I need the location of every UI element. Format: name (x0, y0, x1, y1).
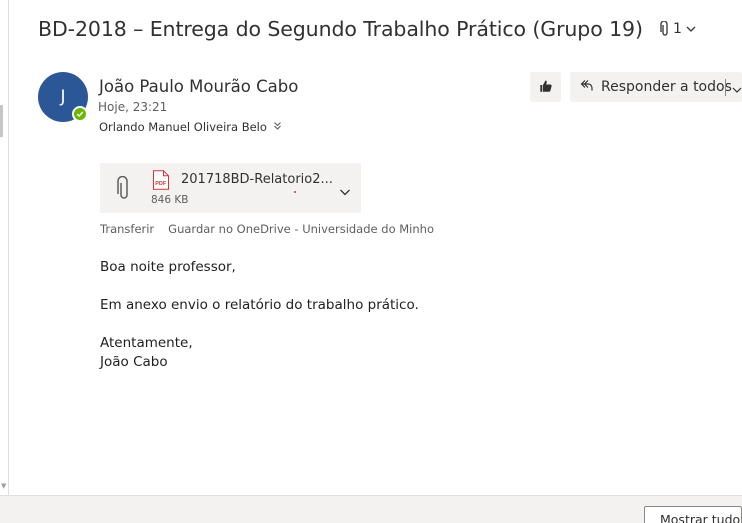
sent-time: Hoje, 23:21 (98, 100, 168, 114)
paperclip-icon (117, 175, 131, 206)
reply-all-button[interactable]: Responder a todos (570, 72, 742, 102)
chevron-double-down-icon[interactable] (273, 120, 282, 134)
body-signature: João Cabo (100, 354, 168, 370)
thumbs-up-icon (539, 78, 553, 97)
attachment-count-dropdown[interactable]: 1 (660, 21, 697, 37)
scroll-down-arrow-icon[interactable]: ▼ (1, 483, 6, 490)
email-subject: BD-2018 – Entrega do Segundo Trabalho Pr… (38, 17, 643, 41)
paperclip-icon (660, 21, 670, 37)
recipient-line[interactable]: Orlando Manuel Oliveira Belo (99, 120, 282, 134)
attachment-actions: Transferir Guardar no OneDrive - Univers… (100, 222, 434, 236)
pdf-file-icon: PDF (152, 170, 170, 194)
body-paragraph: Em anexo envio o relatório do trabalho p… (100, 297, 419, 313)
body-greeting: Boa noite professor, (100, 259, 236, 275)
reply-options-chevron-icon[interactable] (732, 80, 742, 99)
reply-all-label: Responder a todos (601, 79, 732, 95)
svg-text:PDF: PDF (155, 181, 167, 187)
attachment-name[interactable]: 201718BD-Relatorio2... (181, 172, 333, 187)
presence-available-icon (72, 106, 88, 122)
like-button[interactable] (530, 72, 561, 102)
show-all-button[interactable]: Mostrar tudo (644, 506, 742, 523)
unsaved-dot (294, 191, 296, 193)
reading-pane-footer (0, 495, 742, 523)
recipient-name[interactable]: Orlando Manuel Oliveira Belo (99, 120, 267, 134)
save-to-onedrive-link[interactable]: Guardar no OneDrive - Universidade do Mi… (168, 222, 434, 236)
left-scrollbar[interactable]: ▼ (0, 0, 9, 495)
attachment-count: 1 (673, 21, 682, 37)
body-closing: Atentamente, (100, 335, 193, 351)
attachment-card[interactable]: PDF 201718BD-Relatorio2... 846 KB (100, 163, 361, 213)
attachment-size: 846 KB (151, 194, 189, 206)
scrollbar-thumb[interactable] (0, 105, 3, 137)
download-link[interactable]: Transferir (100, 222, 154, 236)
chevron-down-icon (685, 23, 697, 35)
sender-name[interactable]: João Paulo Mourão Cabo (99, 77, 298, 96)
attachment-options-chevron-icon[interactable] (339, 183, 351, 202)
reply-split-divider (725, 79, 726, 96)
reply-all-icon (579, 78, 594, 97)
